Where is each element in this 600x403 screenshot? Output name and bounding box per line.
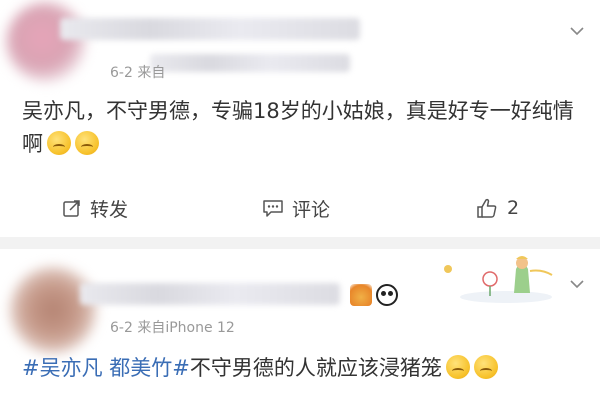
share-icon — [63, 200, 80, 217]
post-meta: 6-2 来自iPhone 12 — [110, 320, 235, 336]
fire-badge-icon — [350, 284, 372, 306]
share-label: 转发 — [90, 198, 129, 221]
hashtag-link[interactable]: #吴亦凡 — [22, 356, 103, 380]
thumbs-up-icon — [477, 198, 497, 218]
comment-button[interactable]: 评论 — [262, 190, 330, 226]
comment-label: 评论 — [292, 198, 331, 221]
like-button[interactable]: 2 — [475, 190, 519, 226]
avatar[interactable] — [10, 267, 96, 353]
username-blurred[interactable] — [80, 283, 340, 305]
action-bar: 转发 评论 2 — [0, 190, 600, 226]
comment-text: 吴亦凡，不守男德，专骗18岁的小姑娘，真是好专一好纯情啊 — [22, 95, 582, 161]
avatar[interactable] — [6, 2, 86, 82]
comment-body: 吴亦凡，不守男德，专骗18岁的小姑娘，真是好专一好纯情啊 — [22, 99, 574, 156]
post-meta: 6-2 来自 — [110, 65, 166, 81]
pleading-emoji — [445, 355, 470, 379]
chevron-down-icon[interactable] — [568, 275, 586, 293]
comment-text: #吴亦凡 都美竹#不守男德的人就应该浸猪笼 — [22, 352, 582, 385]
pleading-emoji — [473, 355, 498, 379]
panda-icon — [376, 284, 398, 306]
comment-icon — [263, 200, 283, 217]
chevron-down-icon[interactable] — [568, 22, 586, 40]
divider — [0, 237, 600, 249]
comment-body: 不守男德的人就应该浸猪笼 — [189, 356, 442, 380]
username-blurred[interactable] — [60, 18, 360, 40]
like-count: 2 — [507, 197, 520, 219]
username-blurred — [150, 54, 350, 72]
little-prince-decoration-icon — [444, 256, 553, 303]
sneeze-emoji — [47, 131, 71, 155]
comment-card: 6-2 来自 吴亦凡，不守男德，专骗18岁的小姑娘，真是好专一好纯情啊 转发 评… — [0, 0, 600, 237]
sneeze-emoji — [75, 131, 99, 155]
comment-card: 6-2 来自iPhone 12 #吴亦凡 都美竹#不守男德的人就应该浸猪笼 — [0, 249, 600, 403]
hashtag-link[interactable]: 都美竹# — [109, 356, 190, 380]
share-button[interactable]: 转发 — [62, 190, 128, 226]
